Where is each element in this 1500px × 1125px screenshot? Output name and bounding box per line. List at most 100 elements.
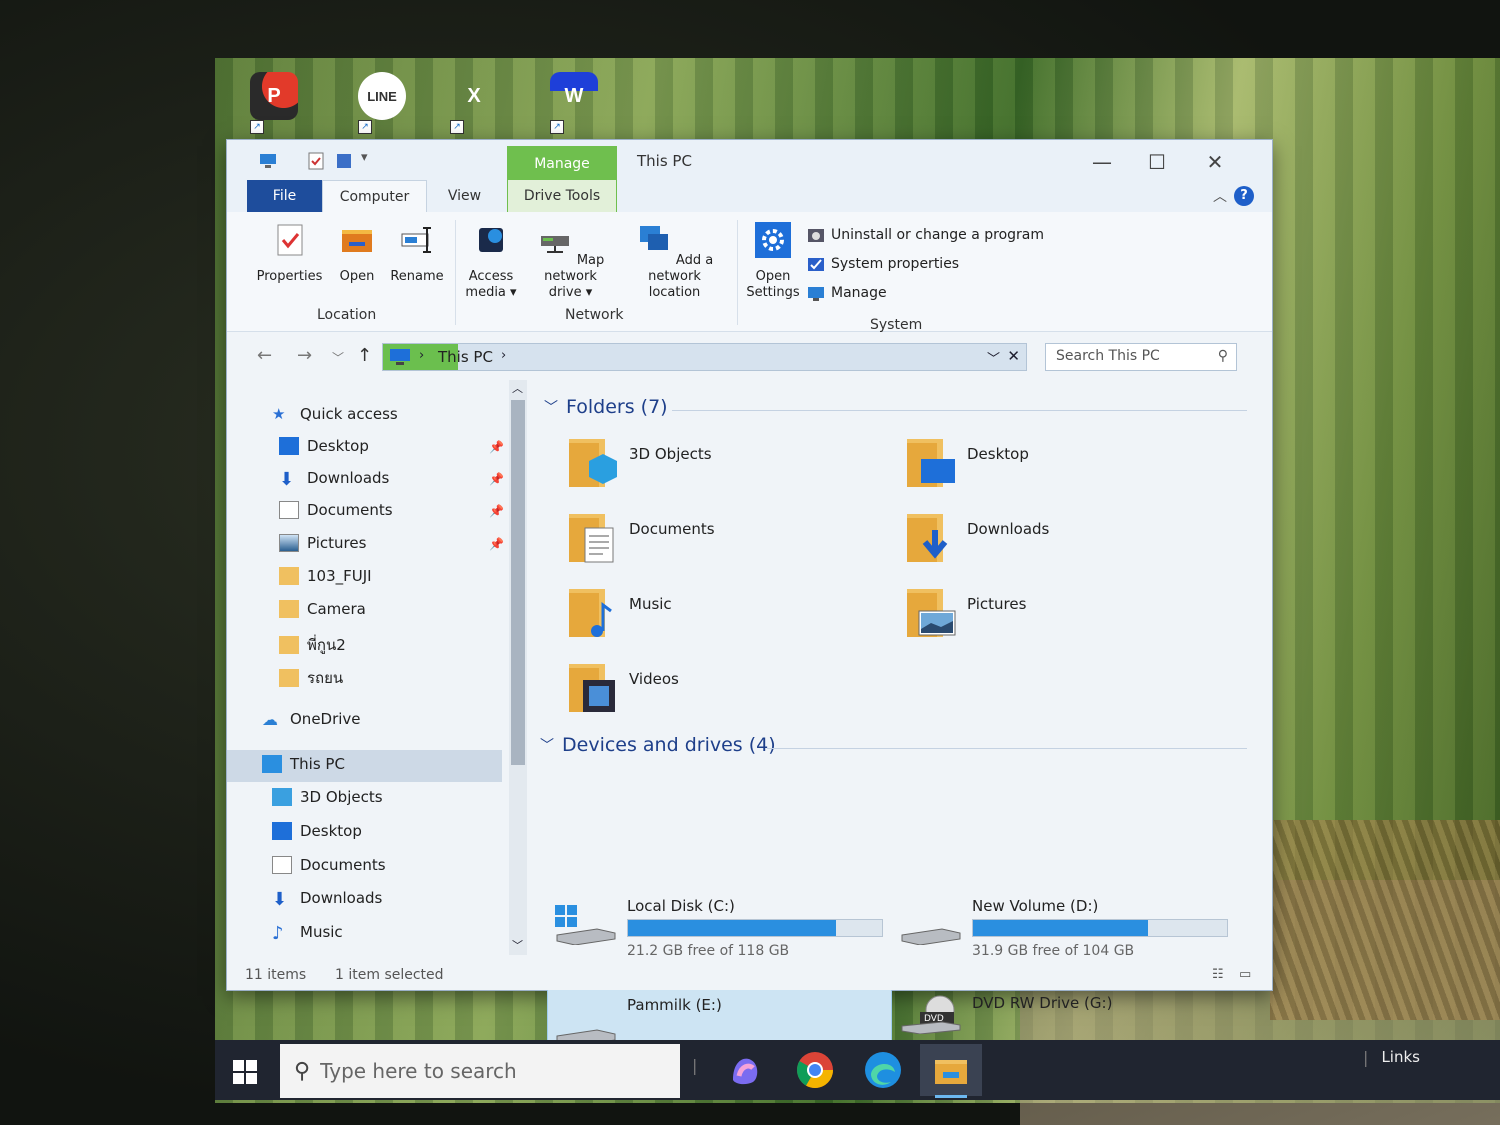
desktop-icon (279, 437, 299, 455)
folder-videos[interactable]: Videos (567, 660, 887, 730)
manage-context-tab[interactable]: Manage (507, 146, 617, 180)
pictures-folder-icon (907, 589, 956, 637)
address-input[interactable]: › This PC › ﹀ ✕ (382, 343, 1027, 371)
desktop-icon-line[interactable]: LINE ↗ (358, 72, 418, 134)
new-folder-qat-icon[interactable] (335, 152, 353, 170)
breadcrumb-chevron-icon[interactable]: › (501, 348, 506, 363)
music-note-icon: ♪ (272, 923, 284, 944)
nav-downloads[interactable]: ⬇ Downloads (279, 469, 389, 490)
help-icon[interactable]: ? (1234, 186, 1254, 206)
scroll-up-icon[interactable]: ︿ (512, 380, 523, 396)
taskbar-search-box[interactable]: ⚲ Type here to search (280, 1044, 680, 1098)
search-input[interactable]: Search This PC ⚲ (1045, 343, 1237, 371)
add-network-location-button[interactable]: Add a network location (622, 222, 727, 301)
back-arrow-icon[interactable]: ← (257, 345, 272, 366)
address-dropdown-icon[interactable]: ﹀ (987, 348, 1000, 367)
pin-icon[interactable]: 📌 (489, 537, 504, 551)
pin-icon[interactable]: 📌 (489, 504, 504, 518)
links-toolbar[interactable]: Links (1381, 1048, 1420, 1066)
collapse-ribbon-icon[interactable]: ︿ (1213, 186, 1227, 206)
scroll-down-icon[interactable]: ﹀ (512, 937, 523, 953)
drive-d[interactable]: New Volume (D:) 31.9 GB free of 104 GB (892, 895, 1237, 970)
devices-section-header[interactable]: ﹀ Devices and drives (4) (540, 734, 776, 756)
nav-desktop[interactable]: Desktop (279, 437, 369, 455)
up-arrow-icon[interactable]: ↑ (357, 345, 372, 366)
nav-onedrive[interactable]: ☁ OneDrive (262, 710, 361, 729)
file-explorer-icon[interactable] (931, 1050, 971, 1090)
chrome-icon[interactable] (795, 1050, 835, 1090)
nav-folder-thai-1[interactable]: พี่กูน2 (279, 633, 346, 657)
folder-3d-objects[interactable]: 3D Objects (567, 435, 887, 505)
drive-c[interactable]: Local Disk (C:) 21.2 GB free of 118 GB (547, 895, 892, 970)
open-settings-button[interactable]: Open Settings (742, 222, 804, 301)
clear-address-icon[interactable]: ✕ (1007, 347, 1020, 365)
nav-pc-music[interactable]: ♪ Music (272, 923, 343, 944)
folders-section-header[interactable]: ﹀ Folders (7) (544, 396, 668, 418)
nav-quick-access[interactable]: ★ Quick access (272, 405, 398, 423)
nav-scrollbar[interactable]: ︿ ﹀ (509, 380, 527, 955)
access-media-label-2: media (465, 285, 506, 300)
uninstall-program-button[interactable]: Uninstall or change a program (807, 226, 1044, 244)
pin-icon[interactable]: 📌 (489, 440, 504, 454)
nav-pc-documents-label: Documents (300, 856, 386, 874)
details-view-icon[interactable]: ☷ (1212, 967, 1224, 982)
nav-this-pc[interactable]: This PC (262, 755, 345, 773)
nav-pc-downloads[interactable]: ⬇ Downloads (272, 889, 382, 910)
system-properties-button[interactable]: System properties (807, 255, 959, 273)
folder-pictures[interactable]: Pictures (905, 585, 1225, 655)
large-icons-view-icon[interactable]: ▭ (1239, 967, 1251, 982)
title-bar: ▾ Manage This PC — ☐ ✕ (227, 140, 1272, 180)
open-settings-label-2: Settings (746, 285, 800, 300)
desktop-icon-x[interactable]: X ↗ (450, 72, 510, 134)
breadcrumb-chevron-icon[interactable]: › (419, 348, 424, 363)
nav-quick-access-label: Quick access (300, 405, 398, 423)
folder-music[interactable]: Music (567, 585, 887, 655)
folders-header-label: Folders (7) (566, 396, 668, 418)
nav-documents[interactable]: Documents (279, 501, 393, 519)
nav-documents-label: Documents (307, 501, 393, 519)
nav-pc-3d-objects[interactable]: 3D Objects (272, 788, 383, 806)
close-button[interactable]: ✕ (1195, 148, 1235, 176)
copilot-icon[interactable] (725, 1050, 765, 1090)
desktop-icon-p[interactable]: P ↗ (250, 72, 310, 134)
properties-qat-icon[interactable] (307, 152, 325, 170)
access-media-button[interactable]: Access media ▾ (461, 222, 521, 301)
tab-file[interactable]: File (247, 180, 322, 212)
line-app-icon: LINE (358, 72, 406, 120)
taskbar: ⚲ Type here to search | | Links (215, 1040, 1500, 1100)
hard-drive-icon (901, 928, 961, 945)
forward-arrow-icon[interactable]: → (297, 345, 312, 366)
rename-button[interactable]: Rename (387, 222, 447, 285)
desktop-icon-w[interactable]: W ↗ (550, 72, 610, 134)
desktop-folder-icon (907, 439, 955, 487)
tab-view[interactable]: View (432, 180, 497, 212)
map-network-drive-button[interactable]: Map network drive ▾ (523, 222, 618, 301)
folder-downloads[interactable]: Downloads (905, 510, 1225, 580)
maximize-button[interactable]: ☐ (1137, 148, 1177, 176)
manage-button[interactable]: Manage (807, 284, 887, 302)
rename-icon (401, 227, 431, 253)
nav-folder-thai-2[interactable]: รถยน (279, 666, 343, 690)
nav-pictures[interactable]: Pictures (279, 534, 366, 552)
nav-pc-desktop[interactable]: Desktop (272, 822, 362, 840)
nav-camera[interactable]: Camera (279, 600, 366, 618)
folder-music-label: Music (629, 595, 672, 613)
nav-pc-documents[interactable]: Documents (272, 856, 386, 874)
qat-dropdown-icon[interactable]: ▾ (361, 150, 368, 165)
folder-documents[interactable]: Documents (567, 510, 887, 580)
taskbar-divider: | (1363, 1048, 1369, 1067)
edge-icon[interactable] (863, 1050, 903, 1090)
open-button[interactable]: Open (332, 222, 382, 285)
windows-start-icon[interactable] (233, 1060, 257, 1084)
minimize-button[interactable]: — (1082, 148, 1122, 176)
tab-drive-tools[interactable]: Drive Tools (507, 180, 617, 212)
tab-computer[interactable]: Computer (322, 180, 427, 212)
rename-label: Rename (390, 269, 444, 284)
recent-chevron-icon[interactable]: ﹀ (332, 349, 344, 366)
nav-pc-desktop-label: Desktop (300, 822, 362, 840)
properties-button[interactable]: Properties (252, 222, 327, 285)
pin-icon[interactable]: 📌 (489, 472, 504, 486)
folder-desktop[interactable]: Desktop (905, 435, 1225, 505)
scroll-thumb[interactable] (511, 400, 525, 765)
nav-103-fuji[interactable]: 103_FUJI (279, 567, 372, 585)
